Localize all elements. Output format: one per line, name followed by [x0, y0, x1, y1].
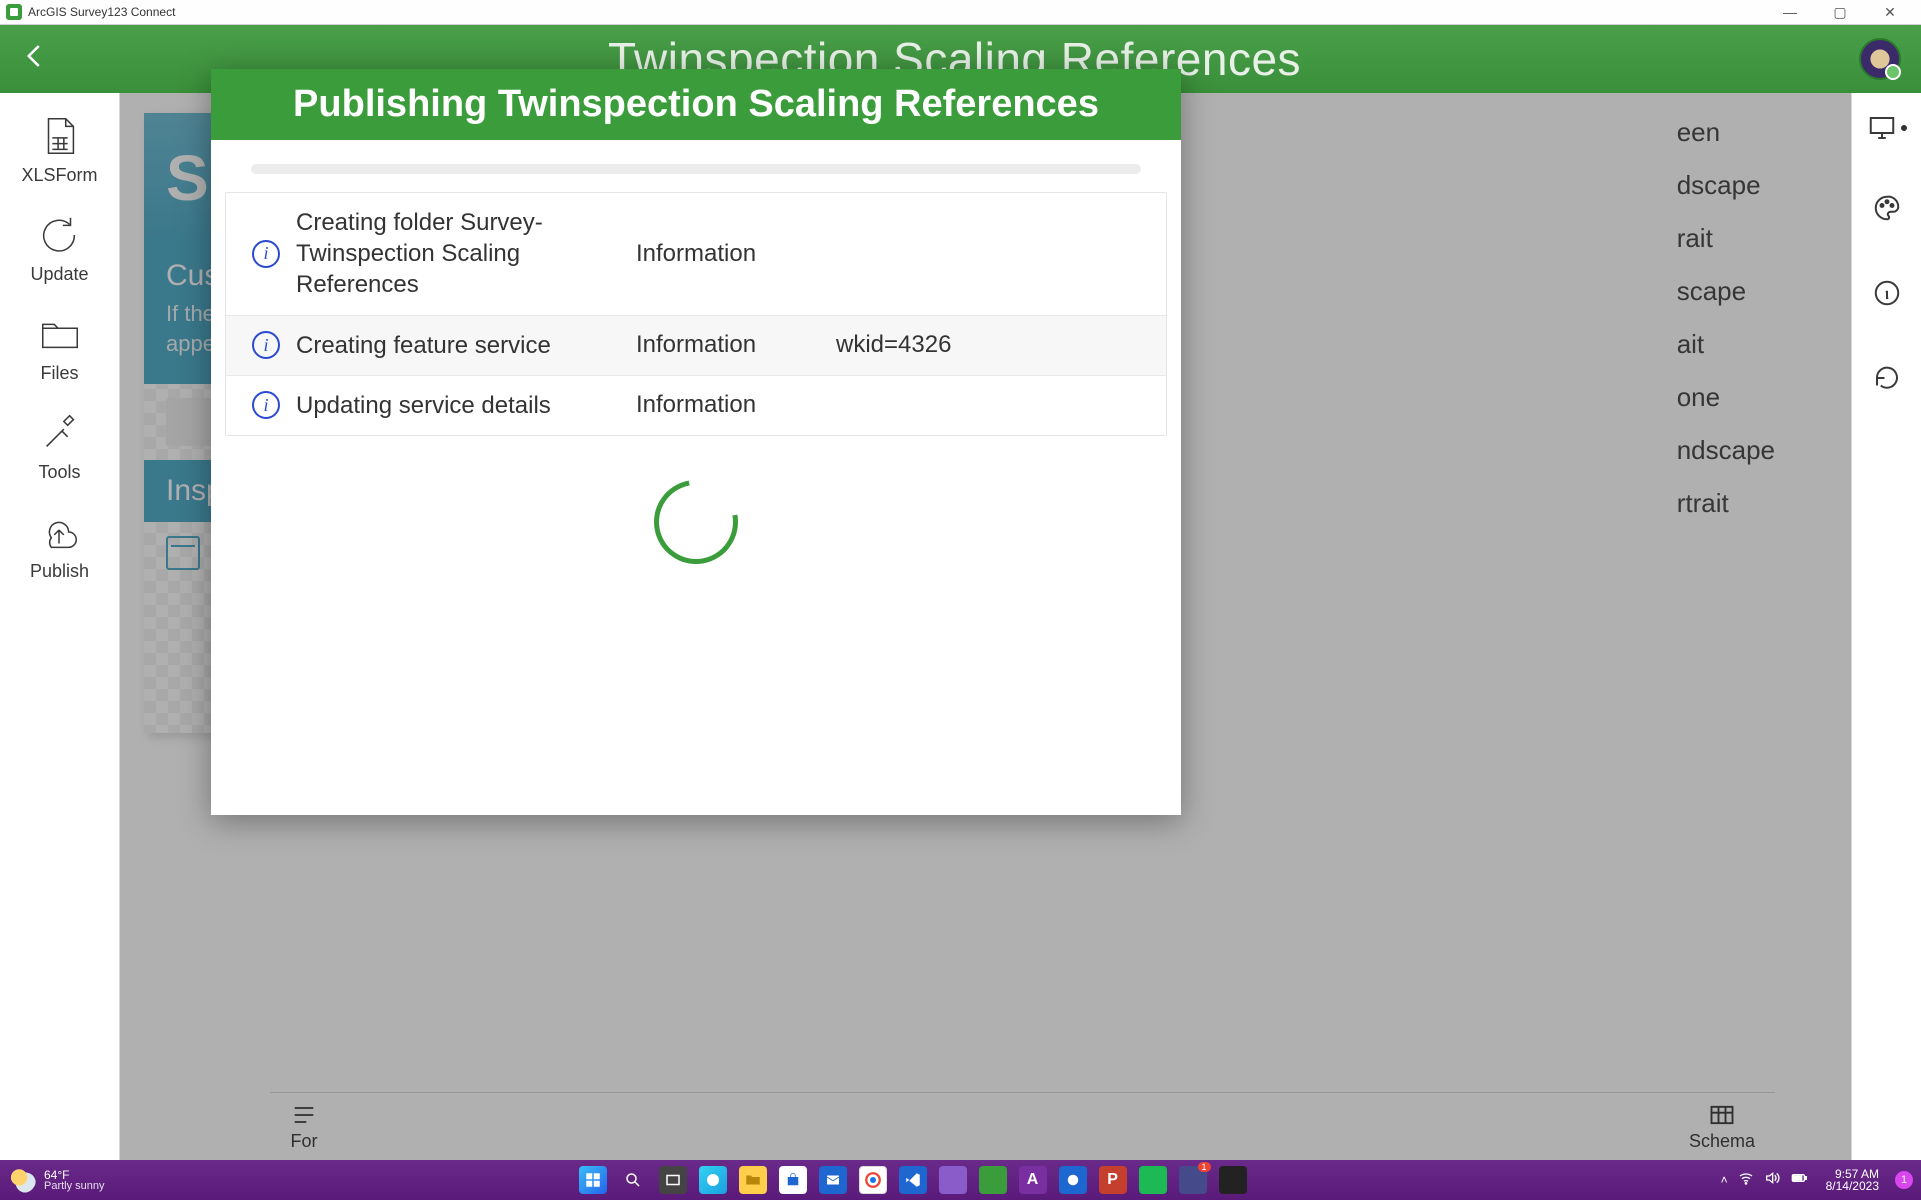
app-icon-2[interactable]: A	[1019, 1166, 1047, 1194]
dot-icon	[1901, 125, 1907, 131]
log-level: Information	[636, 240, 836, 268]
info-icon: i	[252, 331, 280, 359]
log-level: Information	[636, 331, 836, 359]
undo-icon[interactable]	[1872, 363, 1902, 398]
window-title-bar: ArcGIS Survey123 Connect — ▢ ✕	[0, 0, 1921, 25]
task-view-button[interactable]	[659, 1166, 687, 1194]
search-button[interactable]	[619, 1166, 647, 1194]
maximize-button[interactable]: ▢	[1825, 4, 1855, 21]
xlsform-button[interactable]: XLSForm	[21, 113, 97, 186]
app-icon-3[interactable]	[1059, 1166, 1087, 1194]
store-icon[interactable]	[779, 1166, 807, 1194]
loading-spinner-icon	[638, 463, 755, 580]
info-icon: i	[252, 240, 280, 268]
powerpoint-icon[interactable]: P	[1099, 1166, 1127, 1194]
app-icon-1[interactable]	[939, 1166, 967, 1194]
start-button[interactable]	[579, 1166, 607, 1194]
dialog-title: Publishing Twinspection Scaling Referenc…	[211, 69, 1181, 140]
log-row: i Creating feature service Information w…	[226, 316, 1166, 376]
log-message: Updating service details	[296, 390, 636, 421]
outlook-icon[interactable]	[819, 1166, 847, 1194]
log-message: Creating folder Survey-Twinspection Scal…	[296, 207, 636, 301]
tools-button[interactable]: Tools	[37, 410, 83, 483]
rail-label: XLSForm	[21, 165, 97, 186]
log-level: Information	[636, 391, 836, 419]
monitor-icon[interactable]	[1867, 113, 1907, 143]
system-tray: ˄	[1711, 1170, 1818, 1191]
log-row: i Creating folder Survey-Twinspection Sc…	[226, 193, 1166, 316]
weather-text: 64°F Partly sunny	[44, 1169, 105, 1192]
log-detail: wkid=4326	[836, 331, 1156, 359]
clock-date: 8/14/2023	[1826, 1180, 1879, 1192]
info-icon: i	[252, 391, 280, 419]
weather-icon	[10, 1167, 36, 1193]
window-title: ArcGIS Survey123 Connect	[28, 5, 175, 19]
teams-icon[interactable]: 1	[1179, 1166, 1207, 1194]
app-icon	[6, 4, 22, 20]
rail-label: Update	[30, 264, 88, 285]
survey123-icon[interactable]	[979, 1166, 1007, 1194]
app-icon-4[interactable]	[1219, 1166, 1247, 1194]
taskbar-weather[interactable]: 64°F Partly sunny	[0, 1167, 115, 1193]
volume-icon[interactable]	[1764, 1170, 1780, 1191]
taskbar: 64°F Partly sunny A P 1 ˄ 9:57 AM 8/14/2…	[0, 1160, 1921, 1200]
badge: 1	[1198, 1162, 1211, 1172]
rail-label: Files	[40, 363, 78, 384]
chrome-icon[interactable]	[859, 1166, 887, 1194]
notifications-icon[interactable]: 1	[1895, 1171, 1913, 1189]
left-rail: XLSForm Update Files Tools Publish	[0, 93, 120, 1160]
tray-chevron-icon[interactable]: ˄	[1721, 1173, 1728, 1187]
wifi-icon[interactable]	[1738, 1170, 1754, 1191]
dialog-log-list: i Creating folder Survey-Twinspection Sc…	[225, 192, 1167, 436]
minimize-button[interactable]: —	[1775, 4, 1805, 20]
publish-dialog: Publishing Twinspection Scaling Referenc…	[211, 69, 1181, 815]
rail-label: Publish	[30, 561, 89, 582]
title-bar-left: ArcGIS Survey123 Connect	[6, 4, 175, 20]
publish-button[interactable]: Publish	[30, 509, 89, 582]
log-row: i Updating service details Information	[226, 376, 1166, 435]
back-button[interactable]	[20, 38, 50, 80]
rail-label: Tools	[38, 462, 80, 483]
weather-temp: 64°F	[44, 1169, 105, 1181]
close-button[interactable]: ✕	[1875, 4, 1905, 21]
edge-icon[interactable]	[699, 1166, 727, 1194]
taskbar-center: A P 1	[115, 1166, 1711, 1194]
update-button[interactable]: Update	[30, 212, 88, 285]
avatar[interactable]	[1859, 38, 1901, 80]
palette-icon[interactable]	[1872, 193, 1902, 228]
battery-icon[interactable]	[1790, 1170, 1808, 1191]
file-explorer-icon[interactable]	[739, 1166, 767, 1194]
right-rail	[1851, 93, 1921, 1160]
window-controls: — ▢ ✕	[1775, 4, 1915, 21]
spotify-icon[interactable]	[1139, 1166, 1167, 1194]
files-button[interactable]: Files	[37, 311, 83, 384]
dialog-progressbar	[251, 164, 1141, 174]
vscode-icon[interactable]	[899, 1166, 927, 1194]
weather-condition: Partly sunny	[44, 1181, 105, 1192]
taskbar-clock[interactable]: 9:57 AM 8/14/2023	[1818, 1168, 1887, 1192]
info-icon[interactable]	[1872, 278, 1902, 313]
log-message: Creating feature service	[296, 330, 636, 361]
